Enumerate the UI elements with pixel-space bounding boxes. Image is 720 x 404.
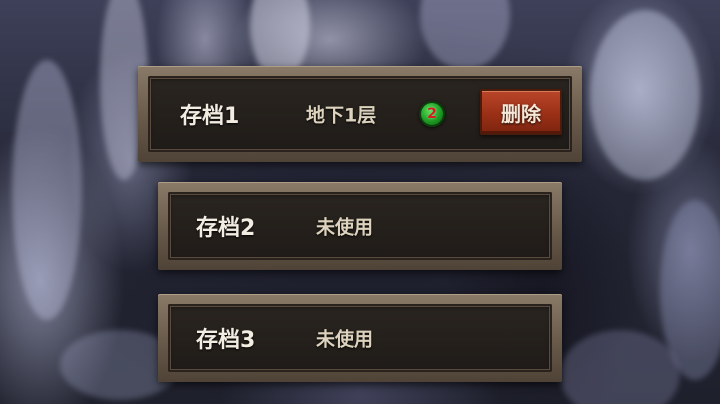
save-slot-2-status: 未使用 (316, 216, 374, 239)
save-slot-3[interactable]: 存档3 未使用 (158, 294, 562, 382)
save-slot-2[interactable]: 存档2 未使用 (158, 182, 562, 270)
delete-save-button[interactable]: 删除 (480, 89, 562, 135)
save-slot-3-name: 存档3 (196, 328, 256, 353)
save-slot-3-status: 未使用 (316, 328, 374, 351)
level-badge-icon: 2 (419, 101, 445, 127)
save-slot-1-floor: 地下1层 (306, 104, 377, 127)
save-slot-1[interactable]: 存档1 地下1层 2 删除 (138, 66, 582, 162)
save-slot-2-name: 存档2 (196, 216, 256, 241)
save-slot-1-name: 存档1 (180, 104, 240, 129)
